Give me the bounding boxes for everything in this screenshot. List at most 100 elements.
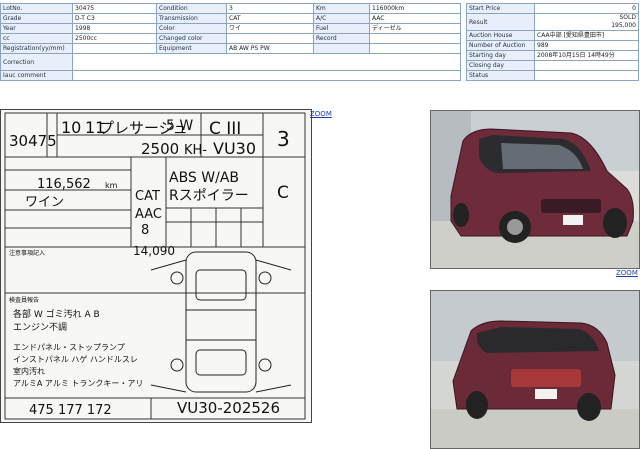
sheet-seats: 8 [141, 223, 149, 238]
field-label: Condition [156, 3, 227, 14]
auction-row: Start Price 0 [466, 3, 639, 14]
info-row: LotNo. 30475 Condition 3 Km 116000km [0, 3, 461, 14]
field-label: Year [0, 23, 73, 34]
car-photo-rear[interactable] [430, 290, 640, 449]
zoom-link-sheet[interactable]: ZOOM [310, 110, 332, 118]
sheet-color: ワイン [25, 195, 64, 210]
car-photo-rear-drawing [431, 291, 639, 448]
field-value: AB AW PS PW [226, 43, 314, 54]
field-value [72, 70, 461, 81]
auction-row: Closing day [466, 60, 639, 71]
sheet-note-6: アルミA アルミ トランクキー・アリ [13, 379, 143, 388]
field-value: 2500cc [72, 33, 157, 44]
field-label: Closing day [466, 60, 535, 71]
auction-row: Auction House CAA中部 [愛知県豊田市] [466, 30, 639, 41]
field-value: ディーゼル [369, 23, 461, 34]
field-label: Color [156, 23, 227, 34]
sheet-check-header: 注意事項記入 [9, 249, 45, 257]
field-label: Starting day [466, 50, 535, 61]
field-value [534, 70, 639, 81]
sheet-note-2: エンジン不調 [13, 321, 67, 333]
info-row-wide: Iauc comment [0, 70, 461, 81]
field-value: 0 [534, 3, 639, 14]
field-label: A/C [313, 13, 370, 24]
field-label [313, 43, 370, 54]
field-value: AAC [369, 13, 461, 24]
damage-diagram [150, 251, 292, 393]
field-value [226, 33, 314, 44]
field-value: 30475 [72, 3, 157, 14]
field-label: Fuel [313, 23, 370, 34]
auction-row: Number of Auction 989 [466, 40, 639, 51]
sheet-weight: 14,090 [133, 244, 175, 258]
result-value: SOLD 195,000 [534, 13, 639, 31]
info-row: Year 1998 Color ワイ Fuel ディーゼル [0, 23, 461, 34]
field-label: Grade [0, 13, 73, 24]
auction-sheet-image[interactable]: 30475 10 11 プレサージュ 5 W C III 3 2500 KH- … [0, 109, 312, 423]
sheet-note-1: 各部 W ゴミ汚れ A B [13, 308, 100, 320]
field-label: Start Price [466, 3, 535, 14]
sheet-interior-grade: C [277, 183, 289, 203]
sheet-score: 3 [277, 127, 290, 151]
field-label: Equipment [156, 43, 227, 54]
auction-sheet-drawing: 30475 10 11 プレサージュ 5 W C III 3 2500 KH- … [4, 112, 306, 420]
info-row: Grade D-T C3 Transmission CAT A/C AAC [0, 13, 461, 24]
sheet-inspect-header: 検査員報告 [9, 296, 39, 304]
vehicle-info-table: LotNo. 30475 Condition 3 Km 116000km Grade D-T … [0, 3, 461, 81]
field-label: Km [313, 3, 370, 14]
field-value [72, 43, 157, 54]
zoom-link-photo[interactable]: ZOOM [616, 269, 638, 277]
field-label: Auction House [466, 30, 535, 41]
sheet-options2: Rスポイラー [169, 188, 249, 204]
sheet-note-3: エンドパネル・ストップランプ [13, 343, 125, 352]
field-label: Number of Auction [466, 40, 535, 51]
car-photo-front[interactable] [430, 110, 640, 269]
sheet-lot-number: 30475 [9, 132, 57, 150]
sheet-dimensions: 475 177 172 [29, 403, 112, 418]
auction-row: Result SOLD 195,000 [466, 13, 639, 31]
info-row: cc 2500cc Changed color Record [0, 33, 461, 44]
field-value [534, 60, 639, 71]
field-value: ワイ [226, 23, 314, 34]
field-value: 116000km [369, 3, 461, 14]
sheet-grade: C III [209, 119, 241, 139]
sheet-trans: CAT [135, 189, 160, 204]
sheet-chassis-code: VU30 [213, 139, 256, 158]
car-photo-front-drawing [431, 111, 639, 268]
sheet-note-4: インストパネル ハゲ ハンドルスレ [13, 354, 138, 364]
auction-row: Status [466, 70, 639, 81]
sheet-era: 10 [61, 118, 81, 137]
field-value: D-T C3 [72, 13, 157, 24]
field-label: Registration(yy/mm) [0, 43, 73, 54]
info-row: Registration(yy/mm) Equipment AB AW PS PW [0, 43, 461, 54]
sheet-ac: AAC [135, 207, 162, 222]
field-value [72, 53, 461, 71]
field-value: 1998 [72, 23, 157, 34]
field-label: Iauc comment [0, 70, 73, 81]
sheet-frame-number: VU30-202526 [177, 399, 280, 417]
field-label: Correction [0, 53, 73, 71]
field-value: 989 [534, 40, 639, 51]
field-label: Result [466, 13, 535, 31]
sheet-note-5: 室内汚れ [13, 366, 45, 376]
field-label: Transmission [156, 13, 227, 24]
field-value: CAA中部 [愛知県豊田市] [534, 30, 639, 41]
sheet-body: 5 W [166, 118, 193, 134]
sheet-options1: ABS W/AB [169, 170, 239, 186]
auction-row: Starting day 2008年10月15日 14時49分 [466, 50, 639, 61]
field-value [369, 33, 461, 44]
field-label: Status [466, 70, 535, 81]
sheet-cc: 2500 [141, 140, 179, 158]
sheet-mileage: 116,562 [37, 177, 91, 192]
field-value: CAT [226, 13, 314, 24]
field-value: 2008年10月15日 14時49分 [534, 50, 639, 61]
field-label: cc [0, 33, 73, 44]
field-label: LotNo. [0, 3, 73, 14]
field-value: 3 [226, 3, 314, 14]
info-row-wide: Correction [0, 53, 461, 71]
field-value [369, 43, 461, 54]
sheet-chassis-prefix: KH- [184, 143, 207, 158]
field-label: Changed color [156, 33, 227, 44]
field-label: Record [313, 33, 370, 44]
auction-info-table: Start Price 0 Result SOLD 195,000 Auction Ho… [466, 3, 639, 81]
